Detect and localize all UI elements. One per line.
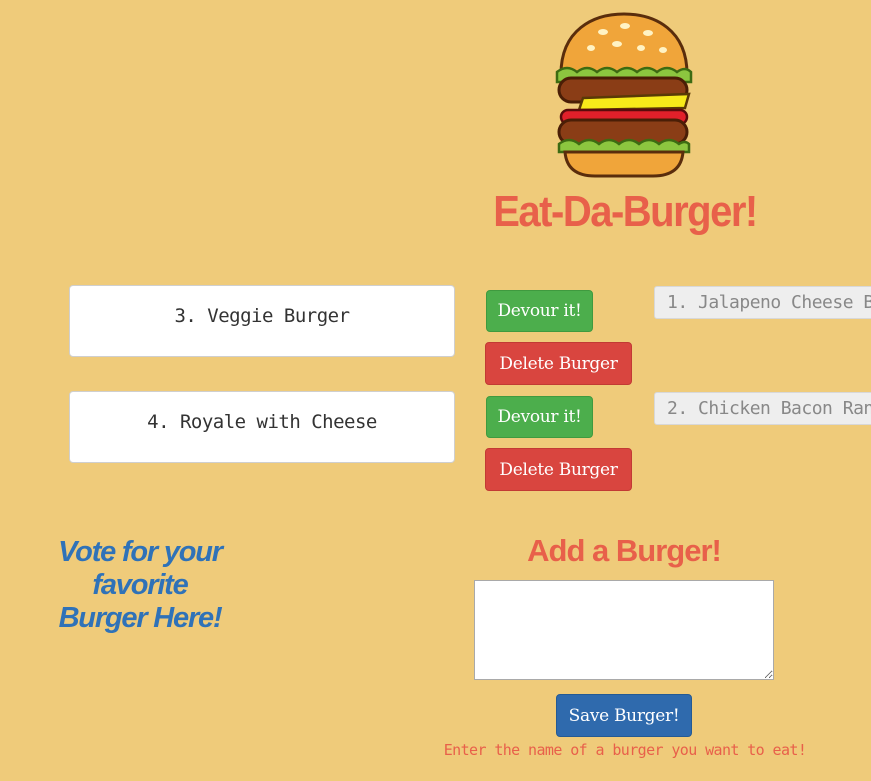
delete-burger-button[interactable]: Delete Burger xyxy=(485,448,632,491)
burger-logo-icon xyxy=(555,12,693,178)
devoured-burger-item: 1. Jalapeno Cheese Burger xyxy=(654,286,871,319)
add-burger-title: Add a Burger! xyxy=(527,533,722,568)
burger-card: 4. Royale with Cheese xyxy=(69,391,455,463)
burger-card: 3. Veggie Burger xyxy=(69,285,455,357)
devour-button[interactable]: Devour it! xyxy=(486,290,593,332)
page-title: Eat-Da-Burger! xyxy=(493,188,758,236)
vote-heading: Vote for your favorite Burger Here! xyxy=(55,536,225,635)
page: Eat-Da-Burger! 3. Veggie Burger Devour i… xyxy=(0,0,871,781)
vote-line: Vote for your xyxy=(58,536,223,568)
delete-burger-button[interactable]: Delete Burger xyxy=(485,342,632,385)
vote-line: Burger Here! xyxy=(58,602,223,634)
devour-button[interactable]: Devour it! xyxy=(486,396,593,438)
devoured-burger-item: 2. Chicken Bacon Ranch xyxy=(654,392,871,425)
vote-line: favorite xyxy=(92,569,188,601)
burger-name-input[interactable] xyxy=(474,580,774,680)
form-hint: Enter the name of a burger you want to e… xyxy=(443,741,807,759)
save-burger-button[interactable]: Save Burger! xyxy=(556,694,692,737)
